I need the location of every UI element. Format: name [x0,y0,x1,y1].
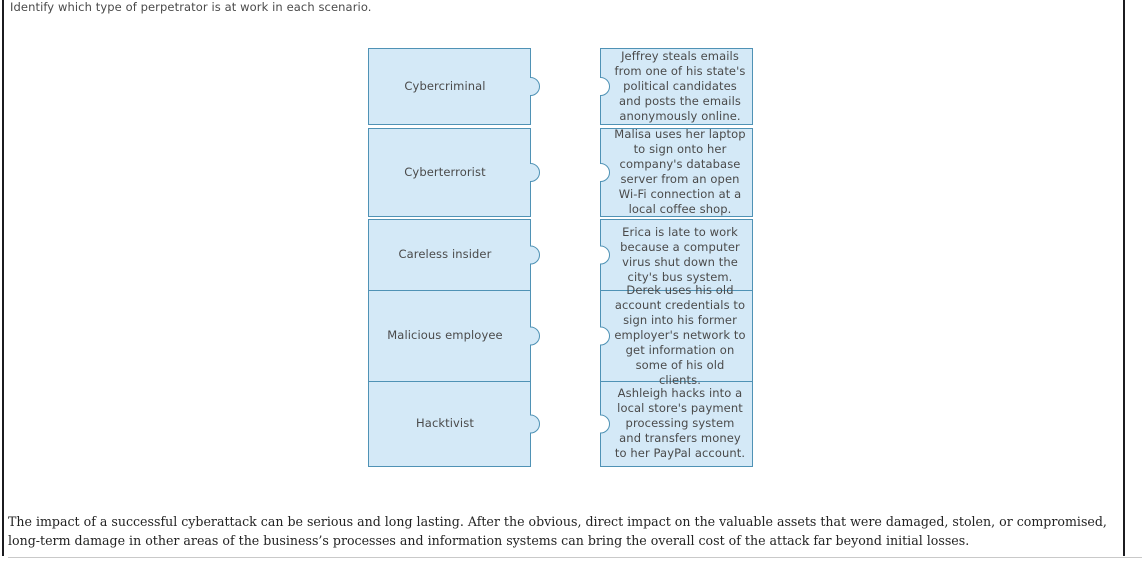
match-term-label: Malicious employee [387,328,503,342]
match-definition-label: Derek uses his old account credentials t… [614,283,746,387]
match-term-piece[interactable]: Hacktivist [368,381,540,467]
page-frame-left-border [2,0,4,556]
match-term-piece[interactable]: Malicious employee [368,290,540,382]
match-definition-piece[interactable]: Derek uses his old account credentials t… [600,283,753,387]
matching-row: Careless insider Erica is late to work be… [368,219,768,291]
matching-exercise: Cybercriminal Jeffrey steals emails from … [368,48,768,473]
match-definition-piece[interactable]: Erica is late to work because a computer… [600,219,753,291]
match-definition-label: Malisa uses her laptop to sign onto her … [614,127,746,216]
match-term-piece[interactable]: Careless insider [368,219,540,291]
match-term-piece[interactable]: Cybercriminal [368,48,540,125]
match-definition-piece[interactable]: Ashleigh hacks into a local store's paym… [600,381,753,467]
matching-row: Cyberterrorist Malisa uses her laptop to … [368,127,768,217]
match-term-piece[interactable]: Cyberterrorist [368,128,540,217]
matching-row: Hacktivist Ashleigh hacks into a local st… [368,381,768,467]
match-definition-label: Ashleigh hacks into a local store's paym… [614,386,746,460]
closing-paragraph: The impact of a successful cyberattack c… [8,514,1107,548]
page-frame-right-border [1123,0,1125,556]
matching-row: Malicious employee Derek uses his old acc… [368,283,768,387]
match-term-label: Careless insider [398,247,492,261]
matching-row: Cybercriminal Jeffrey steals emails from … [368,48,768,125]
match-term-label: Cybercriminal [404,78,486,93]
question-prompt: Identify which type of perpetrator is at… [10,0,372,14]
match-term-label: Hacktivist [416,416,474,430]
match-definition-label: Erica is late to work because a computer… [620,224,740,284]
match-definition-piece[interactable]: Malisa uses her laptop to sign onto her … [600,127,753,217]
match-definition-label: Jeffrey steals emails from one of his st… [614,48,746,123]
match-term-label: Cyberterrorist [404,164,486,179]
match-definition-piece[interactable]: Jeffrey steals emails from one of his st… [600,48,753,125]
page-frame-bottom-rule [8,557,1142,558]
